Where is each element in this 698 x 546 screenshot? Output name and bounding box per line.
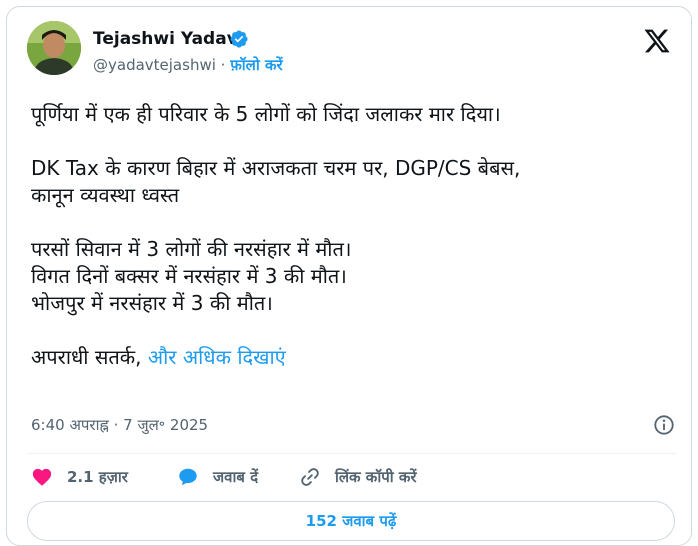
divider xyxy=(27,453,677,454)
tweet-date: 7 जुल॰ 2025 xyxy=(123,416,209,434)
tweet-paragraph: अपराधी सतर्क, और अधिक दिखाएं xyxy=(31,344,671,371)
handle-separator: · xyxy=(220,56,226,74)
info-icon[interactable] xyxy=(653,414,675,436)
copy-link-button[interactable]: लिंक कॉपी करें xyxy=(299,465,417,489)
read-replies-button[interactable]: 152 जवाब पढ़ें xyxy=(27,501,675,541)
handle-row: @yadavtejashwi · फ़ॉलो करें xyxy=(93,55,283,75)
read-replies-label: 152 जवाब पढ़ें xyxy=(305,512,397,530)
heart-icon xyxy=(32,468,52,486)
follow-link[interactable]: फ़ॉलो करें xyxy=(230,56,282,74)
avatar[interactable] xyxy=(27,21,81,75)
show-more-link[interactable]: और अधिक दिखाएं xyxy=(148,345,286,369)
link-icon xyxy=(301,468,319,486)
reply-label: जवाब दें xyxy=(213,468,259,486)
tweet-text: पूर्णिया में एक ही परिवार के 5 लोगों को … xyxy=(31,101,671,371)
reply-button[interactable]: जवाब दें xyxy=(177,465,258,489)
author-name[interactable]: Tejashwi Yadav xyxy=(93,29,238,49)
author-handle[interactable]: @yadavtejashwi xyxy=(93,56,216,74)
tweet-paragraph: परसों सिवान में 3 लोगों की नरसंहार में म… xyxy=(31,236,671,317)
tweet-paragraph: पूर्णिया में एक ही परिवार के 5 लोगों को … xyxy=(31,101,671,128)
copy-link-label: लिंक कॉपी करें xyxy=(335,468,417,486)
tweet-line: कानून व्यवस्था ध्वस्त xyxy=(31,183,180,207)
reply-bubble-icon xyxy=(179,468,197,486)
tweet-card: Tejashwi Yadav @yadavtejashwi · फ़ॉलो कर… xyxy=(6,6,692,546)
tweet-line: पूर्णिया में एक ही परिवार के 5 लोगों को … xyxy=(31,102,501,126)
tweet-line: अपराधी सतर्क, xyxy=(31,345,142,369)
date-separator: · xyxy=(113,416,119,434)
x-logo-icon[interactable] xyxy=(643,27,671,55)
tweet-line: विगत दिनों बक्सर में नरसंहार में 3 की मौ… xyxy=(31,264,347,288)
tweet-time: 6:40 अपराह्न xyxy=(31,416,109,434)
tweet-line: भोजपुर में नरसंहार में 3 की मौत। xyxy=(31,291,273,315)
like-button[interactable]: 2.1 हज़ार xyxy=(31,465,128,489)
tweet-paragraph: DK Tax के कारण बिहार में अराजकता चरम पर,… xyxy=(31,155,671,209)
tweet-line: DK Tax के कारण बिहार में अराजकता चरम पर,… xyxy=(31,156,521,180)
like-count: 2.1 हज़ार xyxy=(67,468,128,486)
tweet-line: परसों सिवान में 3 लोगों की नरसंहार में म… xyxy=(31,237,352,261)
timestamp[interactable]: 6:40 अपराह्न · 7 जुल॰ 2025 xyxy=(31,415,208,435)
verified-badge-icon xyxy=(230,30,248,48)
